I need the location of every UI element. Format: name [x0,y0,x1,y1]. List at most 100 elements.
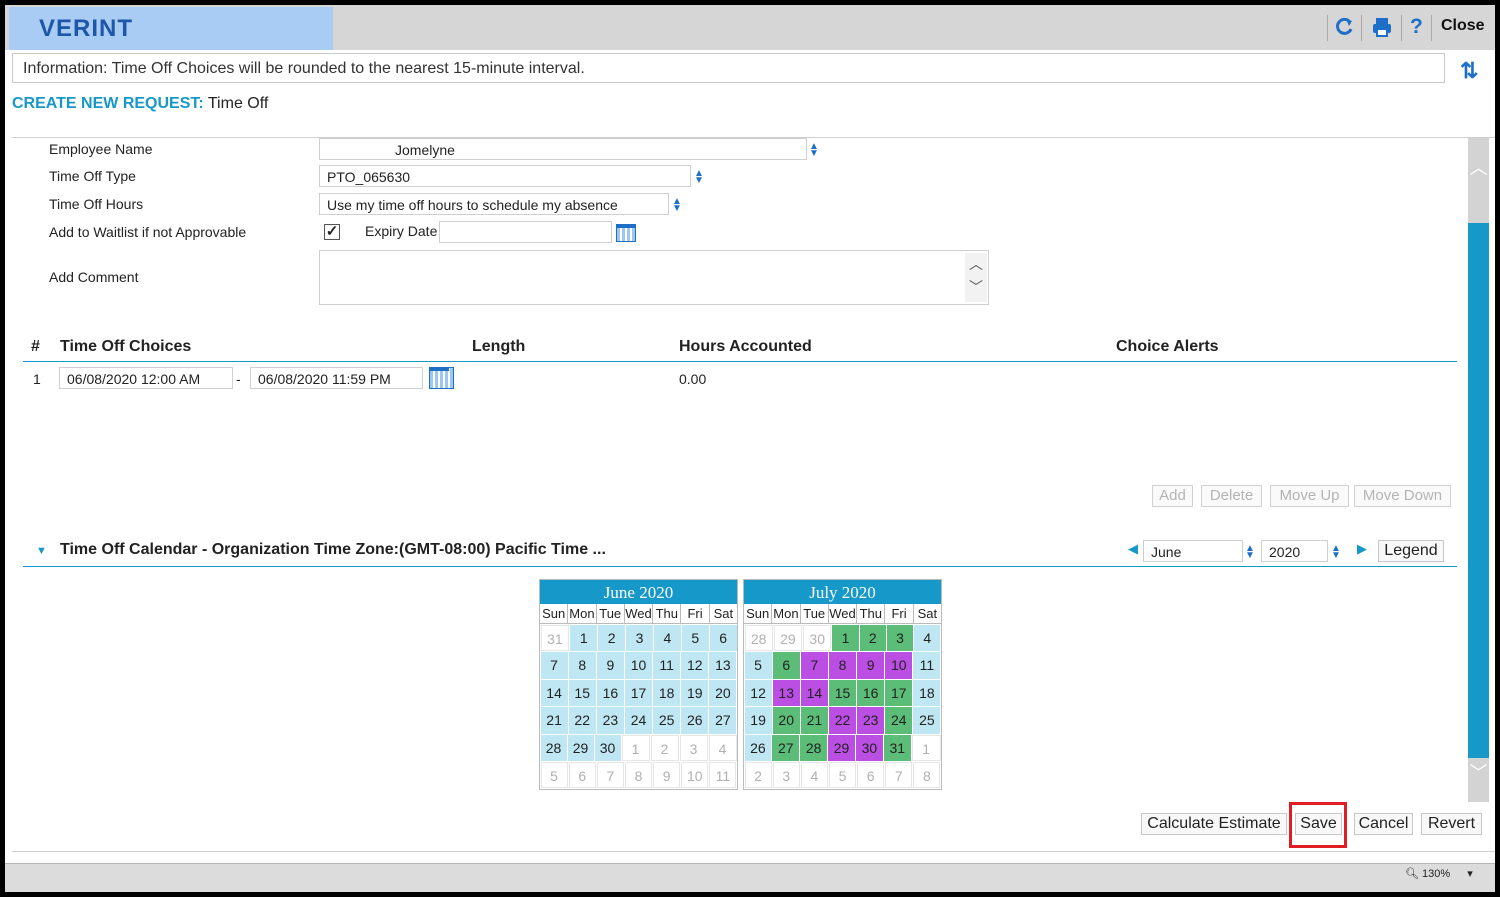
calendar-day[interactable]: 4 [653,625,681,652]
calendar-day[interactable]: 23 [596,707,624,734]
year-select[interactable]: 2020 [1261,540,1328,562]
calendar-day[interactable]: 28 [800,734,828,761]
end-datetime-input[interactable]: 06/08/2020 11:59 PM [250,367,423,389]
time-off-hours-select[interactable]: Use my time off hours to schedule my abs… [319,193,669,215]
calendar-day[interactable]: 1 [570,625,598,652]
calendar-day[interactable]: 26 [681,707,709,734]
calendar-day[interactable]: 8 [624,761,653,789]
calendar-day[interactable]: 17 [885,679,913,707]
prev-month-icon[interactable]: ◀ [1128,541,1138,557]
calendar-day[interactable]: 10 [885,652,913,679]
waitlist-checkbox[interactable]: ✓ [324,224,340,240]
calendar-day[interactable]: 2 [598,625,626,652]
time-off-type-spinner-icon[interactable]: ▲ ▼ [694,169,704,186]
calendar-picker-icon[interactable] [616,224,636,242]
calendar-day[interactable]: 16 [596,679,624,707]
scroll-up-icon[interactable]: ︿ [1468,157,1489,179]
calendar-day[interactable]: 4 [800,761,828,789]
calendar-day[interactable]: 5 [744,652,772,679]
next-month-icon[interactable]: ▶ [1357,541,1367,557]
time-off-type-select[interactable]: PTO_065630 [319,165,691,187]
comment-textarea[interactable] [319,250,989,305]
calendar-day[interactable]: 1 [621,734,650,761]
calendar-day[interactable]: 1 [832,625,859,652]
calendar-day[interactable]: 3 [679,734,708,761]
year-spinner-icon[interactable]: ▲ ▼ [1331,544,1341,561]
calendar-day[interactable]: 7 [800,652,828,679]
start-datetime-input[interactable]: 06/08/2020 12:00 AM [59,367,233,389]
calendar-day[interactable]: 18 [653,679,681,707]
scroll-down-icon[interactable]: ﹀ [1468,762,1489,784]
month-spinner-icon[interactable]: ▲ ▼ [1245,544,1255,561]
scrollbar-thumb[interactable] [1468,223,1489,758]
calculate-estimate-button[interactable]: Calculate Estimate [1141,813,1287,835]
calendar-day[interactable]: 28 [540,734,567,761]
cancel-button[interactable]: Cancel [1354,813,1413,835]
calendar-day[interactable]: 3 [772,761,800,789]
calendar-day[interactable]: 27 [772,734,800,761]
calendar-day[interactable]: 9 [596,652,624,679]
calendar-day[interactable]: 23 [857,707,885,734]
sort-toggle-icon[interactable]: ⇅ [1460,58,1478,84]
calendar-day[interactable]: 10 [681,761,709,789]
calendar-day[interactable]: 6 [568,761,596,789]
employee-name-select[interactable]: Jomelyne [319,138,807,160]
calendar-day[interactable]: 31 [540,625,570,652]
calendar-day[interactable]: 21 [800,707,828,734]
calendar-day[interactable]: 2 [859,625,886,652]
calendar-day[interactable]: 12 [744,679,772,707]
calendar-day[interactable]: 17 [624,679,653,707]
calendar-day[interactable]: 29 [773,625,803,652]
calendar-day[interactable]: 5 [681,625,709,652]
calendar-day[interactable]: 7 [540,652,568,679]
calendar-day[interactable]: 26 [744,734,772,761]
calendar-day[interactable]: 24 [885,707,913,734]
zoom-control[interactable]: 🔍︎ 130% ▾ [1405,867,1473,880]
print-icon[interactable] [1371,16,1393,42]
calendar-day[interactable]: 6 [709,625,737,652]
calendar-day[interactable]: 20 [709,679,737,707]
calendar-day[interactable]: 7 [885,761,913,789]
calendar-day[interactable]: 18 [913,679,941,707]
calendar-day[interactable]: 19 [744,707,772,734]
close-button[interactable]: Close [1441,17,1485,35]
calendar-day[interactable]: 25 [913,707,941,734]
calendar-day[interactable]: 24 [624,707,653,734]
calendar-day[interactable]: 8 [913,761,941,789]
calendar-day[interactable]: 8 [568,652,596,679]
calendar-day[interactable]: 15 [568,679,596,707]
calendar-day[interactable]: 6 [857,761,885,789]
calendar-day[interactable]: 13 [709,652,737,679]
delete-button[interactable]: Delete [1201,485,1262,507]
calendar-day[interactable]: 4 [708,734,737,761]
calendar-day[interactable]: 5 [540,761,568,789]
calendar-day[interactable]: 3 [886,625,914,652]
calendar-day[interactable]: 9 [653,761,681,789]
calendar-day[interactable]: 1 [911,734,941,761]
date-range-calendar-icon[interactable] [429,367,454,389]
calendar-day[interactable]: 4 [914,625,941,652]
employee-name-spinner-icon[interactable]: ▲ ▼ [809,142,819,159]
calendar-day[interactable]: 21 [540,707,568,734]
calendar-day[interactable]: 15 [828,679,857,707]
calendar-day[interactable]: 11 [709,761,737,789]
calendar-day[interactable]: 12 [681,652,709,679]
calendar-day[interactable]: 30 [594,734,621,761]
add-button[interactable]: Add [1152,485,1193,507]
collapse-calendar-icon[interactable]: ▼ [36,545,47,557]
calendar-day[interactable]: 11 [653,652,681,679]
zoom-dropdown-icon[interactable]: ▾ [1467,868,1473,880]
help-icon[interactable]: ? [1410,16,1423,38]
calendar-day[interactable]: 11 [913,652,941,679]
expiry-date-input[interactable] [439,221,612,243]
calendar-day[interactable]: 7 [596,761,624,789]
calendar-day[interactable]: 29 [567,734,594,761]
calendar-day[interactable]: 31 [883,734,911,761]
month-select[interactable]: June [1143,540,1243,562]
calendar-day[interactable]: 30 [855,734,883,761]
calendar-day[interactable]: 13 [772,679,800,707]
calendar-day[interactable]: 22 [828,707,857,734]
calendar-day[interactable]: 30 [803,625,832,652]
calendar-day[interactable]: 6 [772,652,800,679]
calendar-day[interactable]: 19 [681,679,709,707]
